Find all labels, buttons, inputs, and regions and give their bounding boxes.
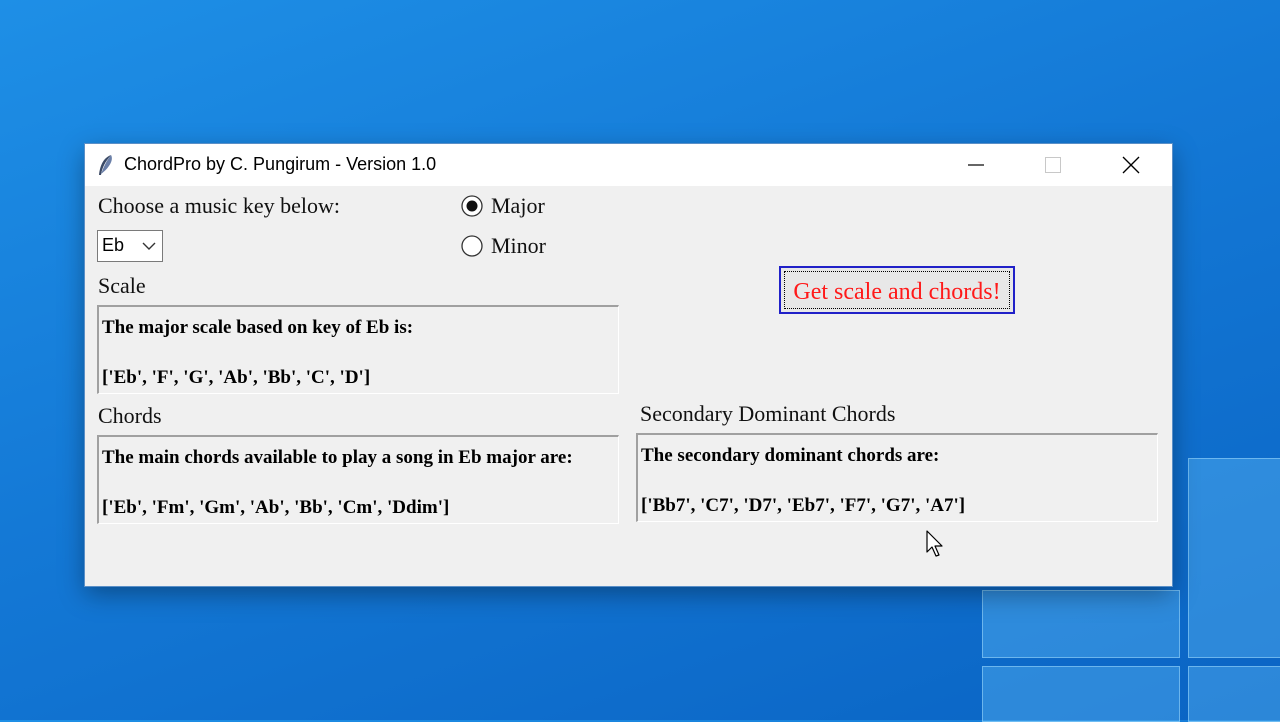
- secondary-output-line2: ['Bb7', 'C7', 'D7', 'Eb7', 'F7', 'G7', '…: [641, 495, 966, 516]
- maximize-icon: [1045, 157, 1061, 173]
- secondary-output-box[interactable]: The secondary dominant chords are: ['Bb7…: [636, 433, 1158, 522]
- desktop-logo-pane: [982, 590, 1180, 658]
- radio-minor-label[interactable]: Minor: [491, 233, 546, 259]
- close-icon: [1122, 156, 1140, 174]
- maximize-button[interactable]: [1015, 144, 1091, 186]
- title-bar[interactable]: ChordPro by C. Pungirum - Version 1.0: [85, 144, 1172, 186]
- chords-output-line2: ['Eb', 'Fm', 'Gm', 'Ab', 'Bb', 'Cm', 'Dd…: [102, 497, 450, 518]
- chevron-down-icon: [142, 242, 156, 250]
- mouse-cursor-icon: [926, 530, 943, 557]
- scale-output-box[interactable]: The major scale based on key of Eb is: […: [97, 305, 619, 394]
- key-prompt-label: Choose a music key below:: [98, 193, 340, 218]
- radio-minor[interactable]: [461, 235, 483, 257]
- minimize-icon: [968, 164, 984, 166]
- desktop-logo-pane: [1188, 666, 1280, 722]
- chords-output-box[interactable]: The main chords available to play a song…: [97, 435, 619, 524]
- app-window: ChordPro by C. Pungirum - Version 1.0 Ch…: [85, 144, 1172, 586]
- chords-heading: Chords: [98, 403, 162, 428]
- radio-major-label[interactable]: Major: [491, 193, 545, 219]
- secondary-output-line1: The secondary dominant chords are:: [641, 445, 940, 466]
- close-button[interactable]: [1093, 144, 1169, 186]
- key-dropdown-value: Eb: [102, 235, 125, 255]
- scale-output-line1: The major scale based on key of Eb is:: [102, 317, 414, 338]
- get-scale-and-chords-label: Get scale and chords!: [784, 271, 1010, 309]
- secondary-heading: Secondary Dominant Chords: [640, 401, 896, 426]
- key-dropdown[interactable]: Eb: [97, 230, 163, 262]
- get-scale-and-chords-button[interactable]: Get scale and chords!: [779, 266, 1015, 314]
- minimize-button[interactable]: [938, 144, 1014, 186]
- window-title: ChordPro by C. Pungirum - Version 1.0: [124, 154, 437, 174]
- chords-output-line1: The main chords available to play a song…: [102, 447, 573, 468]
- desktop-logo-pane: [1188, 458, 1280, 658]
- desktop-logo-pane: [982, 666, 1180, 722]
- feather-icon: [99, 155, 112, 175]
- scale-heading: Scale: [98, 273, 146, 298]
- radio-major[interactable]: [461, 195, 483, 217]
- scale-output-line2: ['Eb', 'F', 'G', 'Ab', 'Bb', 'C', 'D']: [102, 367, 371, 388]
